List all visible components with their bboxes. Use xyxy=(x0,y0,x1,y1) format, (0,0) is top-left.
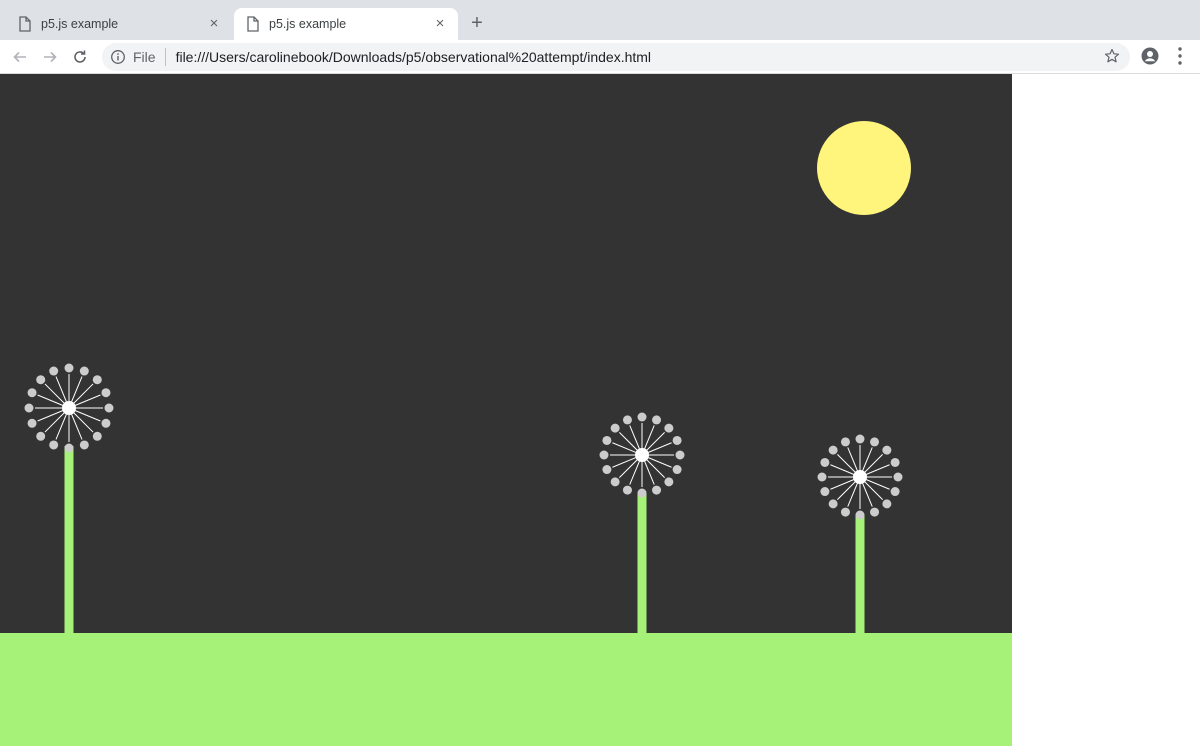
reload-button[interactable] xyxy=(68,45,92,69)
seed-tuft xyxy=(622,485,632,495)
seed-tuft xyxy=(36,375,46,385)
seed-tuft xyxy=(27,388,37,398)
seed-tuft xyxy=(101,388,111,398)
address-bar[interactable]: File file:///Users/carolinebook/Download… xyxy=(102,43,1130,71)
seed-tuft xyxy=(840,507,850,517)
seed-tuft xyxy=(817,472,827,482)
seed-tuft xyxy=(36,431,46,441)
seed-tuft xyxy=(890,487,900,497)
account-icon[interactable] xyxy=(1140,46,1160,66)
seed-tuft xyxy=(610,423,620,433)
seed-tuft xyxy=(675,450,685,460)
seed-tuft xyxy=(104,403,114,413)
scheme-label: File xyxy=(133,49,156,65)
close-icon[interactable]: × xyxy=(432,16,448,32)
seed-tuft xyxy=(64,363,74,373)
tab-title: p5.js example xyxy=(269,17,347,31)
dandelion-stem xyxy=(855,515,865,633)
forward-button[interactable] xyxy=(38,45,62,69)
seed-tuft xyxy=(893,472,903,482)
seed-tuft xyxy=(64,443,74,453)
seed-tuft xyxy=(664,423,674,433)
dandelion-stem xyxy=(64,446,74,633)
sun xyxy=(817,121,911,215)
seed-tuft xyxy=(637,412,647,422)
close-icon[interactable]: × xyxy=(206,16,222,32)
seed-tuft xyxy=(820,487,830,497)
seed-tuft xyxy=(101,418,111,428)
seed-tuft xyxy=(49,440,59,450)
dandelion-center xyxy=(853,470,867,484)
seed-tuft xyxy=(820,457,830,467)
dandelion-center xyxy=(62,401,76,415)
tab-p5-example-1[interactable]: p5.js example × xyxy=(14,8,232,40)
seed-tuft xyxy=(664,477,674,487)
seed-tuft xyxy=(27,418,37,428)
seed-tuft xyxy=(870,437,880,447)
seed-tuft xyxy=(652,485,662,495)
seed-tuft xyxy=(637,488,647,498)
arrow-right-icon xyxy=(44,51,57,63)
seed-tuft xyxy=(840,437,850,447)
info-icon[interactable] xyxy=(110,49,126,65)
divider xyxy=(164,48,166,66)
page-icon xyxy=(19,16,31,32)
p5-canvas[interactable] xyxy=(0,74,1012,746)
seed-tuft xyxy=(610,477,620,487)
reload-icon xyxy=(74,50,86,63)
tab-title: p5.js example xyxy=(41,17,119,31)
seed-tuft xyxy=(49,366,59,376)
seed-tuft xyxy=(599,450,609,460)
seed-tuft xyxy=(855,510,865,520)
seed-tuft xyxy=(882,499,892,509)
dandelion-center xyxy=(635,448,649,462)
tab-strip: p5.js example × p5.js example × + xyxy=(0,0,1200,40)
seed-tuft xyxy=(828,445,838,455)
seed-tuft xyxy=(870,507,880,517)
new-tab-button[interactable]: + xyxy=(466,12,488,34)
seed-tuft xyxy=(672,435,682,445)
back-button[interactable] xyxy=(8,45,32,69)
seed-tuft xyxy=(652,415,662,425)
seed-tuft xyxy=(92,431,102,441)
arrow-left-icon xyxy=(13,51,26,63)
kebab-menu-icon[interactable] xyxy=(1170,45,1190,67)
grass-ground xyxy=(0,633,1012,746)
dandelion-stem xyxy=(637,493,647,633)
seed-tuft xyxy=(672,465,682,475)
seed-tuft xyxy=(92,375,102,385)
seed-tuft xyxy=(602,435,612,445)
seed-tuft xyxy=(79,366,89,376)
page-icon xyxy=(247,16,259,32)
seed-tuft xyxy=(855,434,865,444)
url-text[interactable]: file:///Users/carolinebook/Downloads/p5/… xyxy=(176,49,651,65)
seed-tuft xyxy=(24,403,34,413)
seed-tuft xyxy=(828,499,838,509)
seed-tuft xyxy=(882,445,892,455)
seed-tuft xyxy=(602,465,612,475)
seed-tuft xyxy=(890,457,900,467)
star-icon[interactable] xyxy=(1104,48,1120,64)
seed-tuft xyxy=(622,415,632,425)
tab-p5-example-2[interactable]: p5.js example × xyxy=(234,8,458,40)
browser-toolbar: File file:///Users/carolinebook/Download… xyxy=(0,40,1200,74)
seed-tuft xyxy=(79,440,89,450)
